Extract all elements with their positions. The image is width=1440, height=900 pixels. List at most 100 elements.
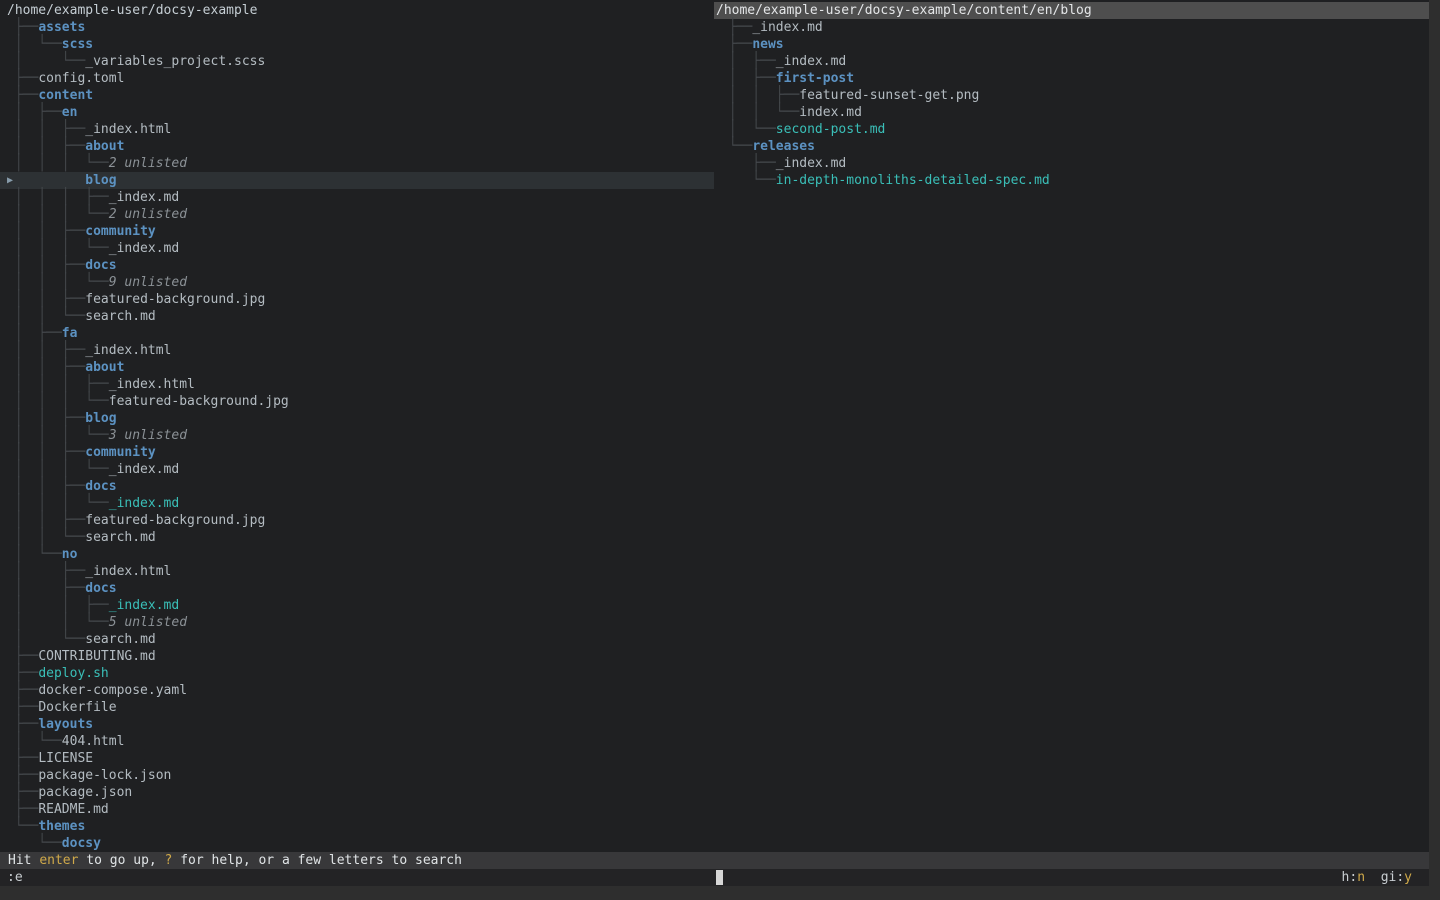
unlisted-note: 2 unlisted (109, 207, 187, 222)
tree-row[interactable]: │ └──scss (0, 36, 714, 53)
node-name: _index.md (109, 462, 179, 477)
tree-row[interactable]: │ │ │ └──9 unlisted (0, 274, 714, 291)
node-name: _index.md (109, 496, 179, 511)
tree-row[interactable]: ├──README.md (0, 801, 714, 818)
node-name: no (62, 547, 78, 562)
tree-row[interactable]: │ └──search.md (0, 631, 714, 648)
tree-row[interactable]: ├──layouts (0, 716, 714, 733)
left-panel-path[interactable]: /home/example-user/docsy-example (0, 2, 714, 19)
tree-row[interactable]: │ └──_variables_project.scss (0, 53, 714, 70)
node-name: search.md (85, 632, 155, 647)
tree-row[interactable]: ├──CONTRIBUTING.md (0, 648, 714, 665)
tree-row[interactable]: │ │ ├──_index.html (0, 342, 714, 359)
tree-row[interactable]: └──releases (714, 138, 1429, 155)
tree-row[interactable]: │ ├──_index.html (0, 563, 714, 580)
node-name: news (752, 37, 783, 52)
tree-row[interactable]: │ │ └──5 unlisted (0, 614, 714, 631)
tree-row[interactable]: │ │ └──search.md (0, 308, 714, 325)
tree-row[interactable]: ├──LICENSE (0, 750, 714, 767)
node-name: _index.md (752, 20, 822, 35)
tree-row[interactable]: ├──content (0, 87, 714, 104)
node-name: second-post.md (776, 122, 886, 137)
tree-row[interactable]: ├──news (714, 36, 1429, 53)
node-name: docs (85, 258, 116, 273)
node-name: docs (85, 479, 116, 494)
tree-row[interactable]: │ ├──_index.md (714, 53, 1429, 70)
tree-row[interactable]: │ └──no (0, 546, 714, 563)
command-input[interactable]: :e (7, 869, 23, 886)
node-name: _index.html (85, 343, 171, 358)
tree-row[interactable]: ├──_index.md (714, 19, 1429, 36)
tree-row[interactable]: │ └──404.html (0, 733, 714, 750)
flag-hidden-label: h: (1342, 870, 1358, 885)
right-panel-tree: ├──_index.md ├──news │ ├──_index.md │ ├─… (714, 19, 1429, 189)
node-name: docker-compose.yaml (38, 683, 187, 698)
node-name: layouts (38, 717, 93, 732)
node-name: about (85, 360, 124, 375)
tree-row[interactable]: │ │ │ └──2 unlisted (0, 155, 714, 172)
tree-row[interactable]: │ ├──first-post (714, 70, 1429, 87)
flag-spacer (1365, 870, 1381, 885)
right-panel-path[interactable]: /home/example-user/docsy-example/content… (714, 2, 1429, 19)
tree-row[interactable]: │ │ └──search.md (0, 529, 714, 546)
tree-row[interactable]: └──docsy (0, 835, 714, 852)
node-name: featured-background.jpg (85, 292, 265, 307)
node-name: 404.html (62, 734, 125, 749)
tree-row[interactable]: │ │ │ └──2 unlisted (0, 206, 714, 223)
tree-row[interactable]: │ │ └──index.md (714, 104, 1429, 121)
node-name: docsy (62, 836, 101, 851)
tree-row[interactable]: │ │ ├──featured-background.jpg (0, 512, 714, 529)
tree-row[interactable]: │ └──second-post.md (714, 121, 1429, 138)
tree-row[interactable]: │ │ │ └──3 unlisted (0, 427, 714, 444)
tree-row[interactable]: │ ├──fa (0, 325, 714, 342)
node-name: first-post (776, 71, 854, 86)
tree-row[interactable]: ├──deploy.sh (0, 665, 714, 682)
node-name: _variables_project.scss (85, 54, 265, 69)
tree-row[interactable]: └──themes (0, 818, 714, 835)
flag-gitignore-value: y (1404, 870, 1412, 885)
left-panel-tree: ├──assets │ └──scss │ └──_variables_proj… (0, 19, 714, 852)
node-name: scss (62, 37, 93, 52)
tree-row[interactable]: ├──docker-compose.yaml (0, 682, 714, 699)
left-panel: /home/example-user/docsy-example ├──asse… (0, 2, 714, 852)
tree-row[interactable]: │ │ ├──featured-sunset-get.png (714, 87, 1429, 104)
status-bar: Hit enter to go up, ? for help, or a few… (0, 852, 1429, 869)
node-name: featured-sunset-get.png (799, 88, 979, 103)
node-name: LICENSE (38, 751, 93, 766)
tree-row[interactable]: │ │ │ └──featured-background.jpg (0, 393, 714, 410)
status-text: to go up, (78, 853, 164, 868)
tree-row[interactable]: │ ├──en (0, 104, 714, 121)
node-name: _index.md (109, 241, 179, 256)
node-name: _index.html (109, 377, 195, 392)
tree-row[interactable]: ├──Dockerfile (0, 699, 714, 716)
tree-row[interactable]: │ │ │ └──_index.md (0, 240, 714, 257)
node-name: fa (62, 326, 78, 341)
node-name: package.json (38, 785, 132, 800)
flag-hidden-value: n (1357, 870, 1365, 885)
node-name: search.md (85, 530, 155, 545)
tree-row[interactable]: │ │ │ └──_index.md (0, 495, 714, 512)
node-name: content (38, 88, 93, 103)
node-name: config.toml (38, 71, 124, 86)
node-name: _index.md (109, 190, 179, 205)
unlisted-note: 2 unlisted (109, 156, 187, 171)
node-name: in-depth-monoliths-detailed-spec.md (776, 173, 1050, 188)
status-key-enter: enter (39, 853, 78, 868)
node-name: featured-background.jpg (109, 394, 289, 409)
flag-gitignore-label: gi: (1381, 870, 1404, 885)
tree-row[interactable]: └──in-depth-monoliths-detailed-spec.md (714, 172, 1429, 189)
node-name: _index.md (776, 156, 846, 171)
right-panel: /home/example-user/docsy-example/content… (714, 2, 1429, 189)
tree-row[interactable]: │ │ ├──_index.html (0, 121, 714, 138)
node-name: README.md (38, 802, 108, 817)
node-name: community (85, 445, 155, 460)
node-name: search.md (85, 309, 155, 324)
tree-row[interactable]: │ │ │ └──_index.md (0, 461, 714, 478)
tree-row[interactable]: ├──config.toml (0, 70, 714, 87)
tree-row[interactable]: ├──assets (0, 19, 714, 36)
tree-row[interactable]: ├──package-lock.json (0, 767, 714, 784)
tree-row[interactable]: ├──_index.md (714, 155, 1429, 172)
input-line: :e h:n gi:y (0, 869, 1429, 886)
tree-row[interactable]: │ │ ├──featured-background.jpg (0, 291, 714, 308)
tree-row[interactable]: ├──package.json (0, 784, 714, 801)
